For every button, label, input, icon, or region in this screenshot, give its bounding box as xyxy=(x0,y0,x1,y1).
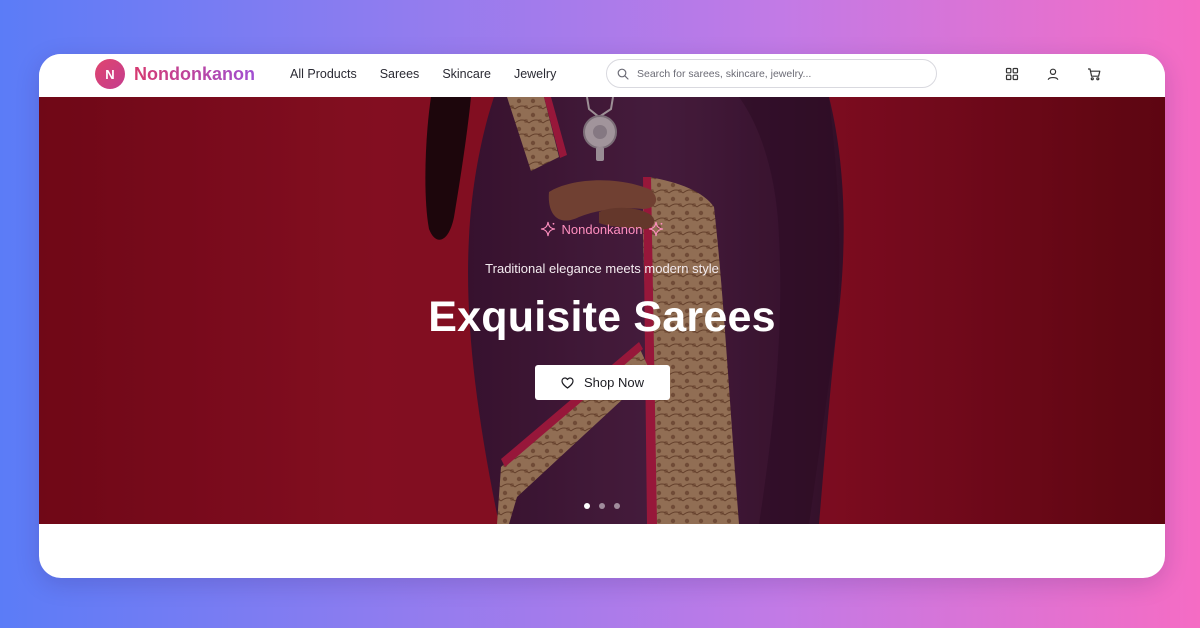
carousel-dot-3[interactable] xyxy=(614,503,620,509)
grid-icon[interactable] xyxy=(1005,67,1019,81)
nav-skincare[interactable]: Skincare xyxy=(442,67,491,81)
search-bar xyxy=(606,59,937,88)
carousel-dot-2[interactable] xyxy=(599,503,605,509)
hero-headline: Exquisite Sarees xyxy=(428,293,776,341)
hero-content: Nondonkanon Traditional elegance meets m… xyxy=(39,97,1165,524)
hero-banner: Nondonkanon Traditional elegance meets m… xyxy=(39,97,1165,524)
search-icon xyxy=(617,68,629,80)
logo-badge: N xyxy=(95,59,125,89)
logo-text: Nondonkanon xyxy=(134,63,255,84)
carousel-dot-1[interactable] xyxy=(584,503,590,509)
carousel-indicators xyxy=(584,503,620,509)
shop-now-label: Shop Now xyxy=(584,375,644,390)
sparkle-icon xyxy=(648,221,664,237)
nav-all-products[interactable]: All Products xyxy=(290,67,357,81)
shop-now-button[interactable]: Shop Now xyxy=(535,365,670,400)
hero-tagline: Traditional elegance meets modern style xyxy=(485,261,719,276)
heart-icon xyxy=(561,376,574,389)
hero-brand-name: Nondonkanon xyxy=(561,221,643,237)
site-header: N Nondonkanon All Products Sarees Skinca… xyxy=(39,54,1165,97)
cart-icon[interactable] xyxy=(1087,67,1101,81)
main-nav: All Products Sarees Skincare Jewelry xyxy=(290,67,579,81)
browser-window: N Nondonkanon All Products Sarees Skinca… xyxy=(39,54,1165,578)
hero-brand-tag: Nondonkanon xyxy=(39,221,1165,237)
search-input[interactable] xyxy=(637,67,917,80)
nav-sarees[interactable]: Sarees xyxy=(380,67,420,81)
nav-jewelry[interactable]: Jewelry xyxy=(514,67,556,81)
user-icon[interactable] xyxy=(1046,67,1060,81)
logo[interactable]: N Nondonkanon xyxy=(95,59,255,89)
header-actions xyxy=(1005,67,1101,81)
sparkle-icon xyxy=(540,221,556,237)
